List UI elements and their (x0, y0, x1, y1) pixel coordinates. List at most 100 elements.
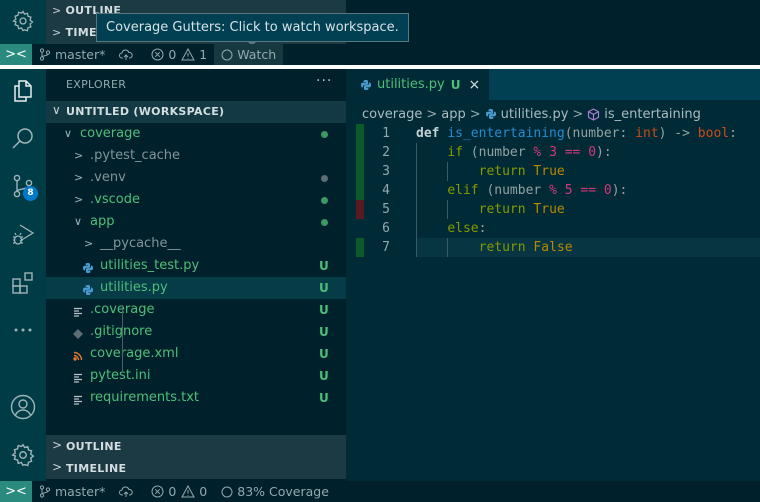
cloud-upload-icon (119, 49, 134, 60)
code-line[interactable]: 3 return True (346, 162, 760, 181)
tree-item[interactable]: utilities_test.py U (46, 255, 346, 277)
breadcrumb-item[interactable]: app (441, 107, 465, 122)
search-icon[interactable] (8, 124, 38, 154)
tree-item-label: requirements.txt (90, 390, 200, 405)
coverage-gutter-covered (356, 162, 364, 181)
symbol-method-icon (588, 107, 600, 121)
account-icon[interactable] (8, 392, 38, 422)
code-line[interactable]: 4 elif (number % 5 == 0): (346, 181, 760, 200)
breadcrumb-item[interactable]: utilities.py (501, 107, 569, 122)
tree-item[interactable]: ∨ coverage (46, 123, 346, 145)
tree-item[interactable]: ∨ app (46, 211, 346, 233)
tree-item-label: .vscode (90, 192, 140, 207)
tree-item-label: utilities.py (100, 280, 168, 295)
python-file-icon (82, 260, 94, 273)
files-icon[interactable] (8, 76, 38, 106)
chevron-right-icon: > (572, 106, 584, 122)
code-token: : (729, 126, 737, 141)
tree-item[interactable]: .coverageU (46, 299, 346, 321)
problems-status[interactable]: 0 0 (144, 481, 214, 502)
chevron-right-icon: > (52, 4, 62, 17)
breadcrumb-item[interactable]: is_entertaining (604, 107, 701, 122)
text-file-icon (72, 304, 84, 317)
line-number: 6 (382, 221, 390, 236)
workspace-header[interactable]: ∨ UNTITLED (WORKSPACE) (46, 101, 346, 123)
code-line[interactable]: 1 def is_entertaining(number: int) -> boo… (346, 124, 760, 143)
line-number: 3 (382, 164, 390, 179)
code-line[interactable]: 7 return False (346, 238, 760, 257)
more-icon[interactable] (8, 315, 38, 345)
chevron-right-icon: > (52, 26, 62, 39)
git-branch-icon (39, 48, 51, 61)
branch-status[interactable]: master* (32, 44, 112, 65)
problems-status[interactable]: 0 1 (144, 44, 214, 65)
code-token: return (478, 202, 526, 217)
sync-button[interactable] (112, 44, 144, 65)
indent-guide (416, 238, 417, 257)
debug-icon[interactable] (8, 220, 38, 250)
indent-guide (122, 305, 123, 371)
code-text: return True (479, 200, 565, 219)
code-line[interactable]: 5 return True (346, 200, 760, 219)
extensions-icon[interactable] (8, 268, 38, 298)
gear-icon[interactable] (8, 6, 38, 36)
tree-item[interactable]: coverage.xml U (46, 343, 346, 365)
outline-section-header[interactable]: > OUTLINE (46, 435, 346, 457)
tab-utilities-py[interactable]: utilities.py U × (346, 69, 489, 100)
tree-item-label: __pycache__ (100, 236, 181, 251)
line-number: 2 (382, 145, 390, 160)
cloud-upload-icon (119, 486, 134, 497)
current-line-highlight (416, 238, 760, 257)
sync-button[interactable] (112, 481, 144, 502)
code-text: else: (447, 219, 486, 238)
coverage-gutter-none (356, 219, 364, 238)
coverage-watch-button[interactable]: Watch (214, 44, 284, 65)
warning-icon (181, 485, 196, 498)
line-number: 5 (382, 202, 390, 217)
editor-area: utilities.py U × coverage > app > utilit… (346, 69, 760, 481)
tree-item[interactable]: > .vscode (46, 189, 346, 211)
close-icon[interactable]: × (468, 77, 480, 93)
tree-item[interactable]: .gitignoreU (46, 321, 346, 343)
tree-item[interactable]: > .venv (46, 167, 346, 189)
code-token: ) -> (658, 126, 698, 141)
tree-item-label: .venv (90, 170, 126, 185)
line-number: 7 (382, 240, 390, 255)
code-line[interactable]: 2 if (number % 3 == 0): (346, 143, 760, 162)
tree-item-label: .pytest_cache (90, 148, 181, 163)
indent-guide (416, 143, 417, 162)
code-line[interactable]: 6 else: (346, 219, 760, 238)
code-token: if (447, 145, 463, 160)
gear-icon[interactable] (8, 440, 38, 470)
tree-item[interactable]: > .pytest_cache (46, 145, 346, 167)
tab-bar: utilities.py U × (346, 69, 760, 100)
code-token: else (447, 221, 479, 236)
tree-item[interactable]: pytest.ini U (46, 365, 346, 387)
chevron-down-icon: ∨ (52, 103, 61, 117)
remote-indicator[interactable]: >< (0, 44, 32, 65)
git-untracked-badge: U (319, 347, 329, 361)
branch-status[interactable]: master* (32, 481, 112, 502)
code-token: == (580, 183, 597, 198)
tree-item[interactable]: utilities.py U (46, 277, 346, 299)
git-file-icon (72, 326, 84, 339)
tree-item-label: pytest.ini (90, 368, 151, 383)
coverage-watch-tooltip: Coverage Gutters: Click to watch workspa… (96, 13, 409, 42)
code-text: if (number % 3 == 0): (447, 143, 611, 162)
code-text: def is_entertaining(number: int) -> bool… (416, 124, 737, 143)
explorer-more-button[interactable]: ··· (316, 73, 332, 89)
remote-icon: >< (5, 484, 27, 499)
breadcrumb-item[interactable]: coverage (362, 107, 422, 122)
tree-item[interactable]: > __pycache__ (46, 233, 346, 255)
code-token: 0 (588, 145, 597, 160)
remote-indicator[interactable]: >< (0, 481, 32, 502)
code-token: % (549, 183, 557, 198)
tree-item[interactable]: requirements.txt U (46, 387, 346, 409)
code-token: (number (462, 145, 534, 160)
code-token: 5 (564, 183, 573, 198)
timeline-section-header[interactable]: > TIMELINE (46, 457, 346, 479)
activity-bar: 8 (0, 69, 46, 481)
coverage-status-button[interactable]: 83% Coverage (214, 481, 336, 502)
